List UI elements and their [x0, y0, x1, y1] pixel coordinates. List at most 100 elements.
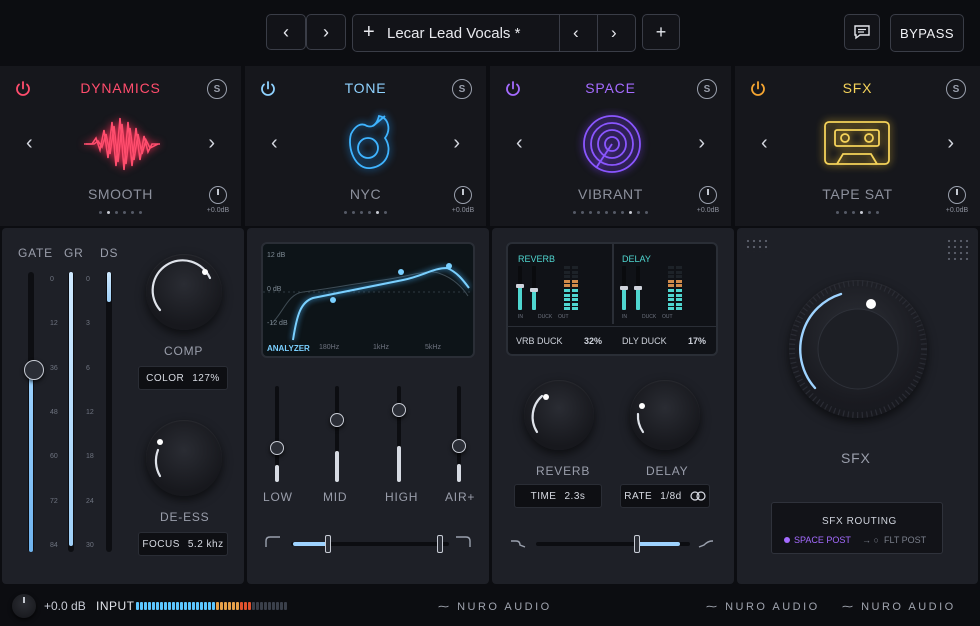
eq-band-slider-handle[interactable] [452, 439, 466, 454]
feedback-button[interactable] [844, 14, 880, 50]
gain-knob-icon[interactable] [209, 186, 227, 204]
module-output-gain[interactable]: +0.0dB [205, 186, 231, 214]
plus-icon: + [655, 21, 667, 42]
module-output-gain[interactable]: +0.0dB [944, 186, 970, 214]
solo-button[interactable]: S [452, 79, 472, 99]
input-meter-segment [196, 602, 199, 610]
next-preset-group-button[interactable]: › [306, 14, 346, 50]
input-meter-segment [188, 602, 191, 610]
nuro-logo-icon: ⁓ [842, 601, 862, 613]
sync-link-icon[interactable] [690, 491, 706, 501]
preset-name[interactable]: Lecar Lead Vocals * [387, 25, 520, 42]
previous-module-preset-button[interactable]: ‹ [516, 132, 523, 155]
brand-logo: ⁓ NURO AUDIO [706, 601, 820, 613]
dly-duck-value[interactable]: 17% [688, 336, 706, 346]
nuro-logo-icon: ⁓ [706, 601, 726, 613]
input-gain-value: +0.0 dB [44, 599, 86, 613]
new-preset-button[interactable]: + [642, 14, 680, 50]
output-meter-segment [564, 270, 570, 274]
next-module-preset-button[interactable]: › [698, 132, 705, 155]
eq-band-slider-handle[interactable] [330, 412, 344, 427]
delay-rate-box[interactable]: RATE 1/8d [620, 484, 710, 508]
solo-button[interactable]: S [697, 79, 717, 99]
module-output-gain[interactable]: +0.0dB [450, 186, 476, 214]
previous-preset-group-button[interactable]: ‹ [266, 14, 306, 50]
output-meter-segment [676, 302, 682, 306]
module-dynamics: DYNAMICS S ‹ › SMOOTH +0.0dB [0, 66, 243, 226]
previous-module-preset-button[interactable]: ‹ [26, 132, 33, 155]
bypass-button[interactable]: BYPASS [890, 14, 964, 52]
input-meter-segment [184, 602, 187, 610]
vrb-duck-value[interactable]: 32% [584, 336, 602, 346]
routing-option-flt-post[interactable]: FLT POST [884, 535, 926, 545]
output-meter-segment [676, 289, 682, 292]
time-value: 2.3s [564, 490, 586, 502]
solo-button[interactable]: S [946, 79, 966, 99]
delay-knob[interactable] [630, 380, 700, 450]
module-output-gain[interactable]: +0.0dB [695, 186, 721, 214]
filter-range-slider[interactable] [291, 542, 449, 546]
previous-preset-button[interactable]: ‹ [573, 23, 579, 43]
routing-option-space-post[interactable]: SPACE POST [794, 535, 851, 545]
grip-dots-icon [745, 238, 769, 252]
meter-sub-label: OUT [662, 314, 673, 320]
sfx-routing-title: SFX ROUTING [822, 516, 897, 527]
input-meter-segment [136, 602, 139, 610]
solo-button[interactable]: S [207, 79, 227, 99]
next-preset-button[interactable]: › [611, 23, 617, 43]
output-meter-segment [668, 270, 674, 274]
analyzer-label[interactable]: ANALYZER [267, 344, 310, 353]
sfx-knob[interactable] [789, 280, 927, 418]
reverb-knob[interactable] [524, 380, 594, 450]
eq-band-slider-track[interactable] [457, 386, 461, 482]
gate-threshold-handle[interactable] [24, 360, 44, 380]
color-value-box[interactable]: COLOR 127% [138, 366, 228, 390]
input-meter-segment [272, 602, 275, 610]
db-label-bottom: -12 dB [267, 320, 288, 327]
space-filter-slider[interactable] [536, 542, 690, 546]
output-meter-segment [564, 302, 570, 306]
preset-selector[interactable]: + Lecar Lead Vocals * ‹ › [352, 14, 636, 52]
radio-selected-icon[interactable] [784, 537, 790, 543]
reverb-time-box[interactable]: TIME 2.3s [514, 484, 602, 508]
eq-band-slider-track[interactable] [275, 386, 279, 482]
mini-slider-handle[interactable] [634, 286, 642, 290]
gain-knob-icon[interactable] [948, 186, 966, 204]
low-cut-handle[interactable] [325, 535, 331, 553]
eq-band-slider-track[interactable] [335, 386, 339, 482]
eq-band-slider-handle[interactable] [270, 441, 284, 456]
gain-reduction-meter [68, 272, 74, 552]
de-ess-knob[interactable] [146, 420, 222, 496]
add-preset-icon[interactable]: + [363, 21, 375, 44]
eq-band-slider-track[interactable] [397, 386, 401, 482]
mini-slider-handle[interactable] [620, 286, 628, 290]
focus-value-box[interactable]: FOCUS 5.2 khz [138, 532, 228, 556]
previous-module-preset-button[interactable]: ‹ [271, 132, 278, 155]
previous-module-preset-button[interactable]: ‹ [761, 132, 768, 155]
scale-tick-label: 12 [50, 320, 58, 328]
gain-knob-icon[interactable] [454, 186, 472, 204]
input-gain-knob[interactable] [12, 594, 36, 618]
next-module-preset-button[interactable]: › [208, 132, 215, 155]
scale-tick-label: 3 [86, 320, 90, 328]
color-label: COLOR [146, 372, 185, 384]
mini-slider-handle[interactable] [530, 288, 538, 293]
input-meter-segment [236, 602, 239, 610]
gain-knob-icon[interactable] [699, 186, 717, 204]
sfx-panel: SFX SFX ROUTING SPACE POST → ○ FLT POST [737, 228, 978, 584]
focus-label: FOCUS [142, 538, 180, 550]
eq-band-slider-handle[interactable] [392, 403, 406, 417]
eq-analyzer-display[interactable]: 12 dB 0 dB -12 dB ANALYZER 180Hz 1kHz 5k… [261, 242, 475, 358]
input-level-meter [136, 602, 288, 610]
space-filter-handle[interactable] [634, 535, 640, 553]
output-meter-segment [564, 298, 570, 302]
output-meter-segment [572, 302, 578, 306]
freq-label: 1kHz [373, 344, 389, 351]
scale-tick-label: 12 [86, 409, 94, 416]
input-meter-segment [276, 602, 279, 610]
comp-knob[interactable] [146, 254, 222, 330]
high-cut-handle[interactable] [437, 535, 443, 553]
mini-slider-handle[interactable] [516, 283, 524, 288]
next-module-preset-button[interactable]: › [947, 132, 954, 155]
next-module-preset-button[interactable]: › [453, 132, 460, 155]
